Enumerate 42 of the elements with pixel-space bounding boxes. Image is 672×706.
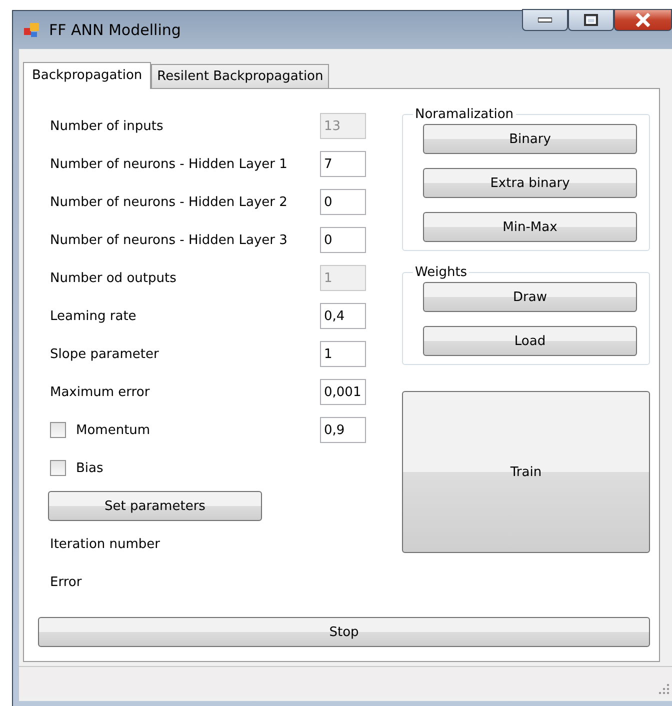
input-field[interactable]: 0,001: [320, 379, 366, 405]
close-icon: [635, 13, 651, 27]
maximize-button[interactable]: [568, 9, 614, 31]
action-button[interactable]: Draw: [423, 282, 637, 312]
action-button[interactable]: Extra binary: [423, 168, 637, 198]
action-button[interactable]: Binary: [423, 124, 637, 154]
minimize-button[interactable]: [522, 9, 568, 31]
minimize-icon: [538, 17, 552, 23]
action-button[interactable]: Load: [423, 326, 637, 356]
field-label: Slope parameter: [50, 346, 159, 362]
resize-grip-icon: [658, 683, 670, 695]
maximize-icon: [584, 14, 598, 26]
train-button[interactable]: Train: [402, 391, 650, 553]
set-parameters-button[interactable]: Set parameters: [48, 491, 262, 521]
status-label: Error: [50, 574, 82, 590]
field-label: Number of neurons - Hidden Layer 1: [50, 156, 288, 172]
field-label: Number od outputs: [50, 270, 176, 286]
app-icon: [23, 22, 41, 38]
input-field[interactable]: 0: [320, 189, 366, 215]
field-label: Maximum error: [50, 384, 150, 400]
field-label: Number of inputs: [50, 118, 164, 134]
checkbox-label: Momentum: [76, 422, 150, 438]
checkbox[interactable]: [50, 460, 66, 476]
close-button[interactable]: [614, 9, 672, 31]
input-field[interactable]: 0,9: [320, 417, 366, 443]
input-field[interactable]: 1: [320, 341, 366, 367]
tab[interactable]: Resilent Backpropagation: [151, 64, 330, 88]
field-label: Number of neurons - Hidden Layer 2: [50, 194, 288, 210]
checkbox[interactable]: [50, 422, 66, 438]
field-label: Number of neurons - Hidden Layer 3: [50, 232, 288, 248]
group-title: Noramalization: [414, 107, 515, 122]
field-label: Leaming rate: [50, 308, 136, 324]
status-label: Iteration number: [50, 536, 160, 552]
group-title: Weights: [414, 265, 468, 280]
tab[interactable]: Backpropagation: [23, 62, 152, 89]
action-button[interactable]: Min-Max: [423, 212, 637, 242]
stop-button[interactable]: Stop: [38, 617, 650, 647]
checkbox-label: Bias: [76, 460, 104, 476]
input-field[interactable]: 0: [320, 227, 366, 253]
window-title: FF ANN Modelling: [49, 21, 181, 39]
input-field[interactable]: 7: [320, 151, 366, 177]
input-field[interactable]: 0,4: [320, 303, 366, 329]
